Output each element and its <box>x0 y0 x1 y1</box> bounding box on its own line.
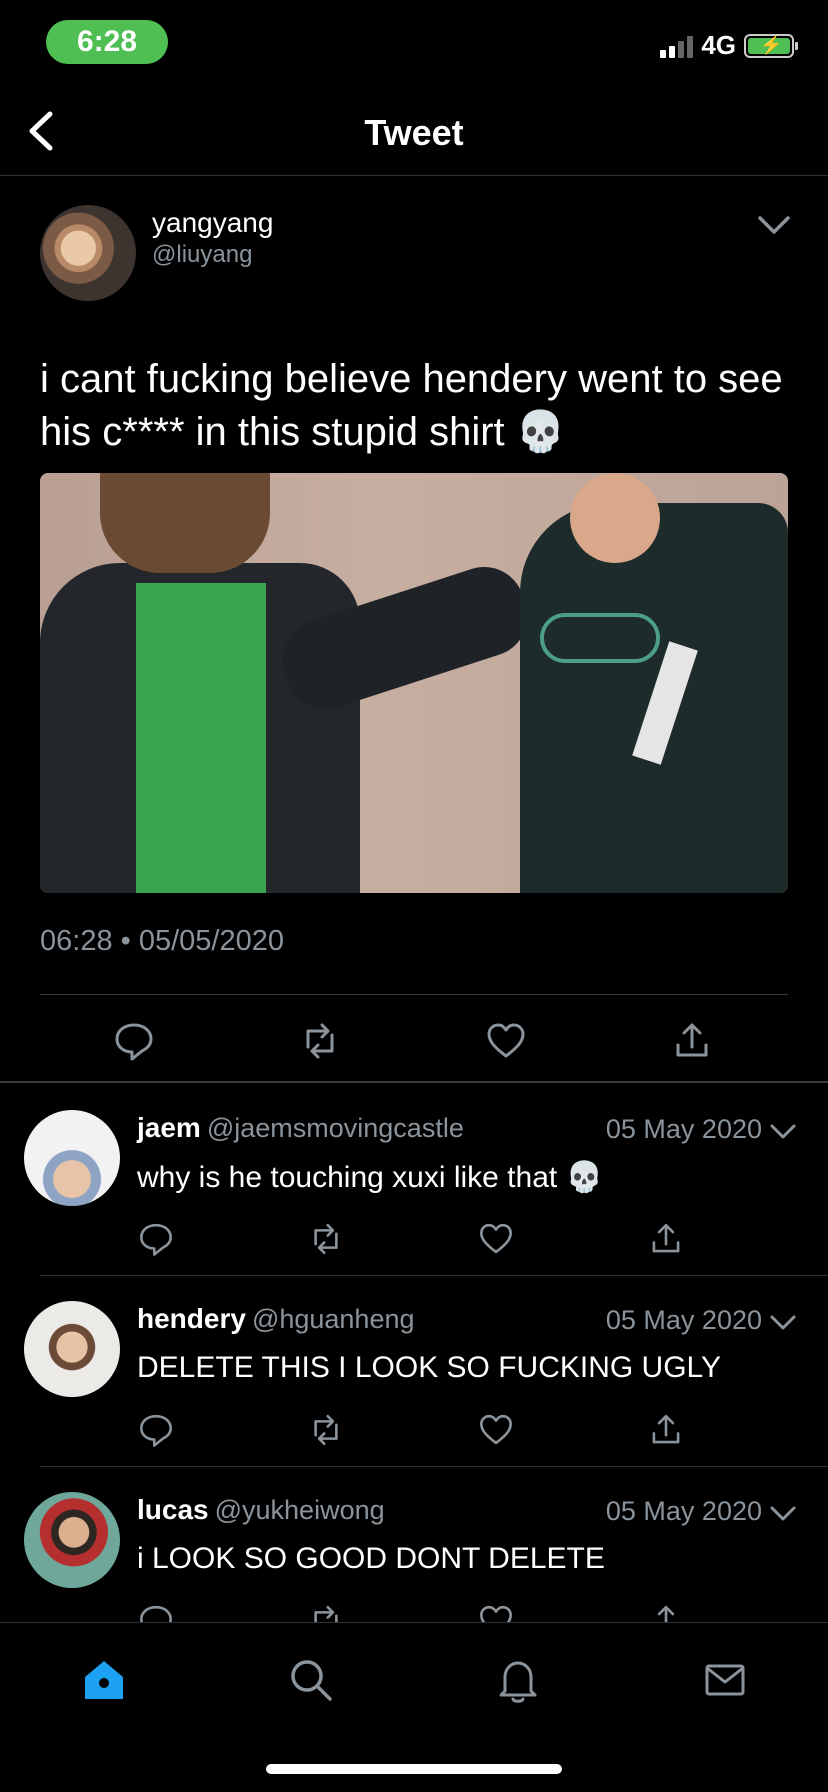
reply-author-handle[interactable]: @yukheiwong <box>215 1495 385 1525</box>
status-time: 6:28 <box>46 20 168 64</box>
reply-options-button[interactable] <box>768 1116 798 1146</box>
reply-actions <box>137 1411 697 1451</box>
bell-icon <box>499 1661 537 1703</box>
divider <box>40 994 788 995</box>
reply-options-button[interactable] <box>768 1498 798 1528</box>
reply-item[interactable]: hendery @hguanheng 05 May 2020 DELETE THI… <box>0 1275 828 1465</box>
retweet-icon <box>314 1223 338 1255</box>
status-bar: 6:28 4G ⚡ <box>0 0 828 90</box>
header: Tweet <box>0 90 828 176</box>
reply-text: i LOOK SO GOOD DONT DELETE <box>137 1542 605 1575</box>
avatar[interactable] <box>24 1301 120 1397</box>
reply-author: hendery @hguanheng <box>137 1303 415 1335</box>
reply-button[interactable] <box>137 1411 175 1449</box>
reply-actions <box>137 1220 697 1260</box>
reply-author: lucas @yukheiwong <box>137 1494 385 1526</box>
chevron-down-icon <box>758 216 790 234</box>
home-icon <box>85 1661 123 1699</box>
share-icon <box>652 1414 680 1444</box>
share-icon <box>652 1223 680 1253</box>
heart-icon <box>480 1223 512 1254</box>
reply-button[interactable] <box>112 1019 156 1063</box>
chevron-down-icon <box>770 1315 796 1330</box>
reply-date: 05 May 2020 <box>605 1496 762 1526</box>
battery-icon: ⚡ <box>744 33 798 58</box>
reply-date: 05 May 2020 <box>605 1114 762 1144</box>
retweet-icon <box>314 1414 338 1446</box>
share-button[interactable] <box>647 1411 685 1449</box>
tweet-text: i cant fucking believe hendery went to s… <box>40 357 783 454</box>
reply-author-name[interactable]: hendery <box>137 1303 246 1334</box>
reply-date: 05 May 2020 <box>605 1305 762 1335</box>
home-indicator[interactable] <box>266 1764 562 1774</box>
share-icon <box>676 1023 708 1057</box>
retweet-icon <box>306 1023 334 1059</box>
chevron-down-icon <box>770 1124 796 1139</box>
mail-icon <box>705 1664 745 1696</box>
reply-icon <box>140 1414 172 1447</box>
retweet-button[interactable] <box>307 1220 345 1258</box>
reply-icon <box>115 1023 153 1061</box>
share-button[interactable] <box>670 1019 714 1063</box>
main-tweet: yangyang @liuyang i cant fucking believe… <box>0 177 828 1083</box>
tab-search[interactable] <box>286 1655 336 1705</box>
author-handle[interactable]: @liuyang <box>152 241 252 269</box>
tweet-photo[interactable] <box>40 473 788 893</box>
tweet-actions <box>40 1019 788 1067</box>
network-label: 4G <box>701 30 736 60</box>
avatar[interactable] <box>24 1110 120 1206</box>
like-button[interactable] <box>477 1411 515 1449</box>
search-icon <box>291 1660 332 1701</box>
tab-notifications[interactable] <box>493 1655 543 1705</box>
share-button[interactable] <box>647 1220 685 1258</box>
reply-icon <box>140 1223 172 1256</box>
tab-home[interactable] <box>79 1655 129 1705</box>
page-title: Tweet <box>364 112 464 153</box>
retweet-button[interactable] <box>307 1411 345 1449</box>
reply-options-button[interactable] <box>768 1307 798 1337</box>
tab-messages[interactable] <box>700 1655 750 1705</box>
reply-text: why is he touching xuxi like that 💀 <box>137 1161 603 1194</box>
author-name[interactable]: yangyang <box>152 207 273 239</box>
reply-author: jaem @jaemsmovingcastle <box>137 1112 464 1144</box>
signal-icon <box>660 34 694 58</box>
reply-author-handle[interactable]: @hguanheng <box>252 1304 415 1334</box>
status-indicators: 4G ⚡ <box>660 30 798 61</box>
reply-text: DELETE THIS I LOOK SO FUCKING UGLY <box>137 1351 722 1384</box>
reply-author-handle[interactable]: @jaemsmovingcastle <box>207 1113 464 1143</box>
reply-author-name[interactable]: jaem <box>137 1112 201 1143</box>
like-button[interactable] <box>484 1019 528 1063</box>
tweet-options-button[interactable] <box>756 207 792 243</box>
heart-icon <box>480 1414 512 1445</box>
retweet-button[interactable] <box>298 1019 342 1063</box>
like-button[interactable] <box>477 1220 515 1258</box>
reply-author-name[interactable]: lucas <box>137 1494 209 1525</box>
heart-icon <box>487 1023 525 1058</box>
reply-button[interactable] <box>137 1220 175 1258</box>
tweet-timestamp: 06:28 • 05/05/2020 <box>40 925 284 957</box>
avatar[interactable] <box>40 205 136 301</box>
reply-item[interactable]: jaem @jaemsmovingcastle 05 May 2020 why i… <box>0 1084 828 1274</box>
avatar[interactable] <box>24 1492 120 1588</box>
chevron-down-icon <box>770 1506 796 1521</box>
